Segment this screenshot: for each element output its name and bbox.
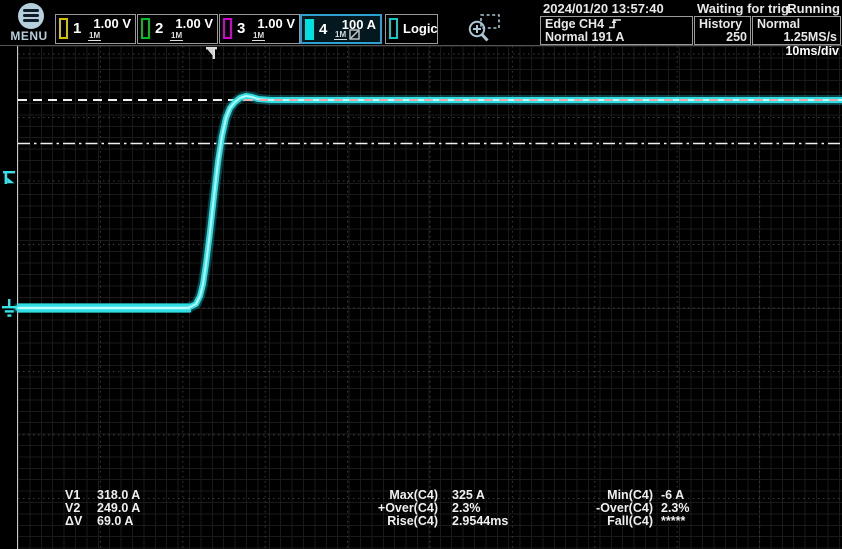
channel-3-coupling-icon: 1M [252, 32, 265, 41]
rising-edge-icon [608, 17, 622, 29]
channel-2-button[interactable]: 2 1.00 V 1M [137, 14, 218, 44]
channel-1-number: 1 [73, 20, 81, 37]
rise-label: Rise(C4) [340, 515, 438, 528]
toolbar-separator [0, 45, 842, 46]
channel-3-button[interactable]: 3 1.00 V 1M [219, 14, 300, 44]
channel-4-coupling-icon: 1M [334, 31, 347, 40]
channel-2-color-bar [141, 18, 150, 39]
channel-2-number: 2 [155, 20, 163, 37]
channel-1-coupling-icon: 1M [88, 32, 101, 41]
plot-left-border [17, 46, 18, 549]
channel-3-scale: 1.00 V [257, 16, 295, 31]
zoom-search-icon [466, 13, 504, 44]
menu-label: MENU [6, 29, 52, 43]
top-toolbar: MENU 1 1.00 V 1M 2 1.00 V 1M 3 1.00 V 1M… [0, 0, 842, 45]
sample-rate-label: 1.25MS/s [783, 30, 837, 44]
channel-2-coupling-icon: 1M [170, 32, 183, 41]
timebase-label: 10ms/div [785, 44, 839, 58]
channel-3-number: 3 [237, 20, 245, 37]
trigger-settings-box[interactable]: Edge CH4 Normal 191 A [540, 16, 693, 45]
datetime-label: 2024/01/20 13:57:40 [543, 1, 664, 15]
current-probe-icon [349, 29, 360, 40]
logic-button[interactable]: Logic [385, 14, 438, 44]
trigger-position-icon[interactable] [205, 46, 219, 61]
hamburger-menu-icon [18, 3, 44, 29]
logic-color-bar [389, 18, 398, 39]
trigger-wait-status: Waiting for trig. [697, 1, 793, 15]
channel-1-button[interactable]: 1 1.00 V 1M [55, 14, 136, 44]
trigger-level-icon[interactable] [3, 170, 18, 186]
zoom-search-button[interactable] [466, 13, 504, 44]
history-value: 250 [726, 30, 747, 44]
channel-1-scale: 1.00 V [93, 16, 131, 31]
plot-area[interactable] [18, 46, 842, 549]
rise-value: 2.9544ms [452, 515, 508, 528]
history-label: History [699, 17, 742, 31]
cursor-dv-value: 69.0 A [97, 515, 133, 528]
channel-4-color-bar [305, 19, 314, 40]
run-state-label: Running [787, 1, 840, 15]
acquisition-mode-label: Normal [757, 17, 800, 31]
menu-button[interactable]: MENU [6, 1, 52, 45]
acquisition-box[interactable]: Normal 1.25MS/s [752, 16, 841, 45]
fall-value: ***** [661, 515, 685, 528]
history-box[interactable]: History 250 [694, 16, 751, 45]
channel-4-button[interactable]: 4 100 A 1M [300, 14, 382, 44]
logic-label: Logic [403, 21, 438, 36]
cursor-dv-label: ΔV [65, 515, 82, 528]
ground-level-icon[interactable] [1, 299, 18, 318]
oscilloscope-screen: 10ms/div MENU 1 1.00 V 1M [0, 0, 842, 549]
channel-3-color-bar [223, 18, 232, 39]
channel-2-scale: 1.00 V [175, 16, 213, 31]
trigger-type-label: Edge CH4 [545, 17, 604, 31]
trigger-mode-label: Normal 191 A [545, 30, 624, 44]
channel-4-number: 4 [319, 21, 327, 38]
fall-label: Fall(C4) [555, 515, 653, 528]
channel-1-color-bar [59, 18, 68, 39]
